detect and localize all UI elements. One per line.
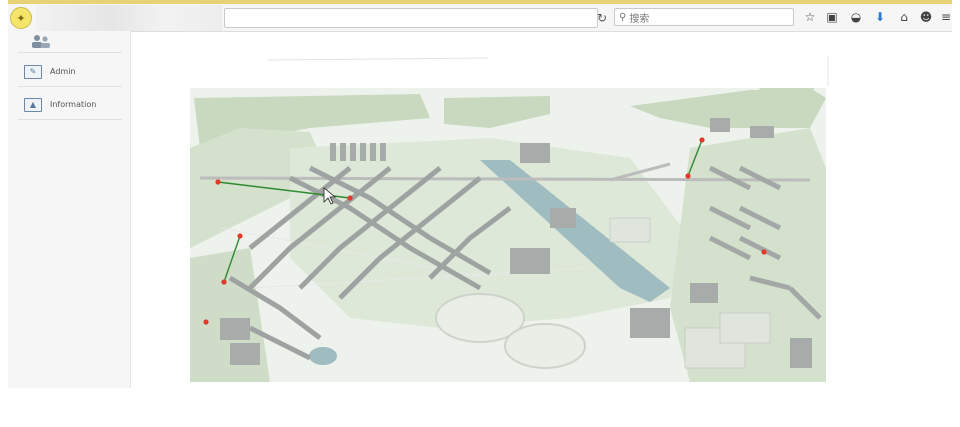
search-input[interactable]: ⚲ 搜索: [614, 8, 794, 26]
users-logo-icon: [32, 35, 50, 48]
sidebar-item-information[interactable]: ▲ Information: [18, 90, 122, 120]
sidebar-item-label: Admin: [50, 67, 76, 76]
star-icon[interactable]: ☆: [802, 9, 818, 25]
browser-window: ✦ ↻ ⚲ 搜索 ☆ ▣ ◒ ⬇ ⌂ ☻ ≡ ✎ Admin ▲ Informa…: [8, 0, 952, 388]
house-icon[interactable]: ⌂: [896, 9, 912, 25]
search-placeholder: 搜索: [629, 13, 650, 25]
sidebar-item-label: Information: [50, 100, 97, 109]
pocket-icon[interactable]: ◒: [848, 9, 864, 25]
menu-icon[interactable]: ≡: [938, 9, 954, 25]
blurred-tab-title: [36, 5, 222, 31]
url-bar[interactable]: [224, 8, 598, 28]
browser-toolbar: ✦ ↻ ⚲ 搜索 ☆ ▣ ◒ ⬇ ⌂ ☻ ≡: [8, 4, 952, 32]
map-header-lines: [267, 56, 829, 86]
sidebar: ✎ Admin ▲ Information: [8, 31, 131, 388]
home-icon[interactable]: ✦: [10, 7, 32, 29]
reload-icon[interactable]: ↻: [594, 10, 610, 26]
clipboard-icon[interactable]: ▣: [824, 9, 840, 25]
edit-icon: ✎: [24, 64, 42, 79]
image-icon: ▲: [24, 97, 42, 112]
sidebar-divider: [18, 52, 122, 53]
sidebar-item-admin[interactable]: ✎ Admin: [18, 57, 122, 87]
search-icon: ⚲: [619, 11, 627, 23]
campus-map[interactable]: [190, 88, 826, 382]
smiley-icon[interactable]: ☻: [918, 9, 934, 25]
download-icon[interactable]: ⬇: [872, 9, 888, 25]
